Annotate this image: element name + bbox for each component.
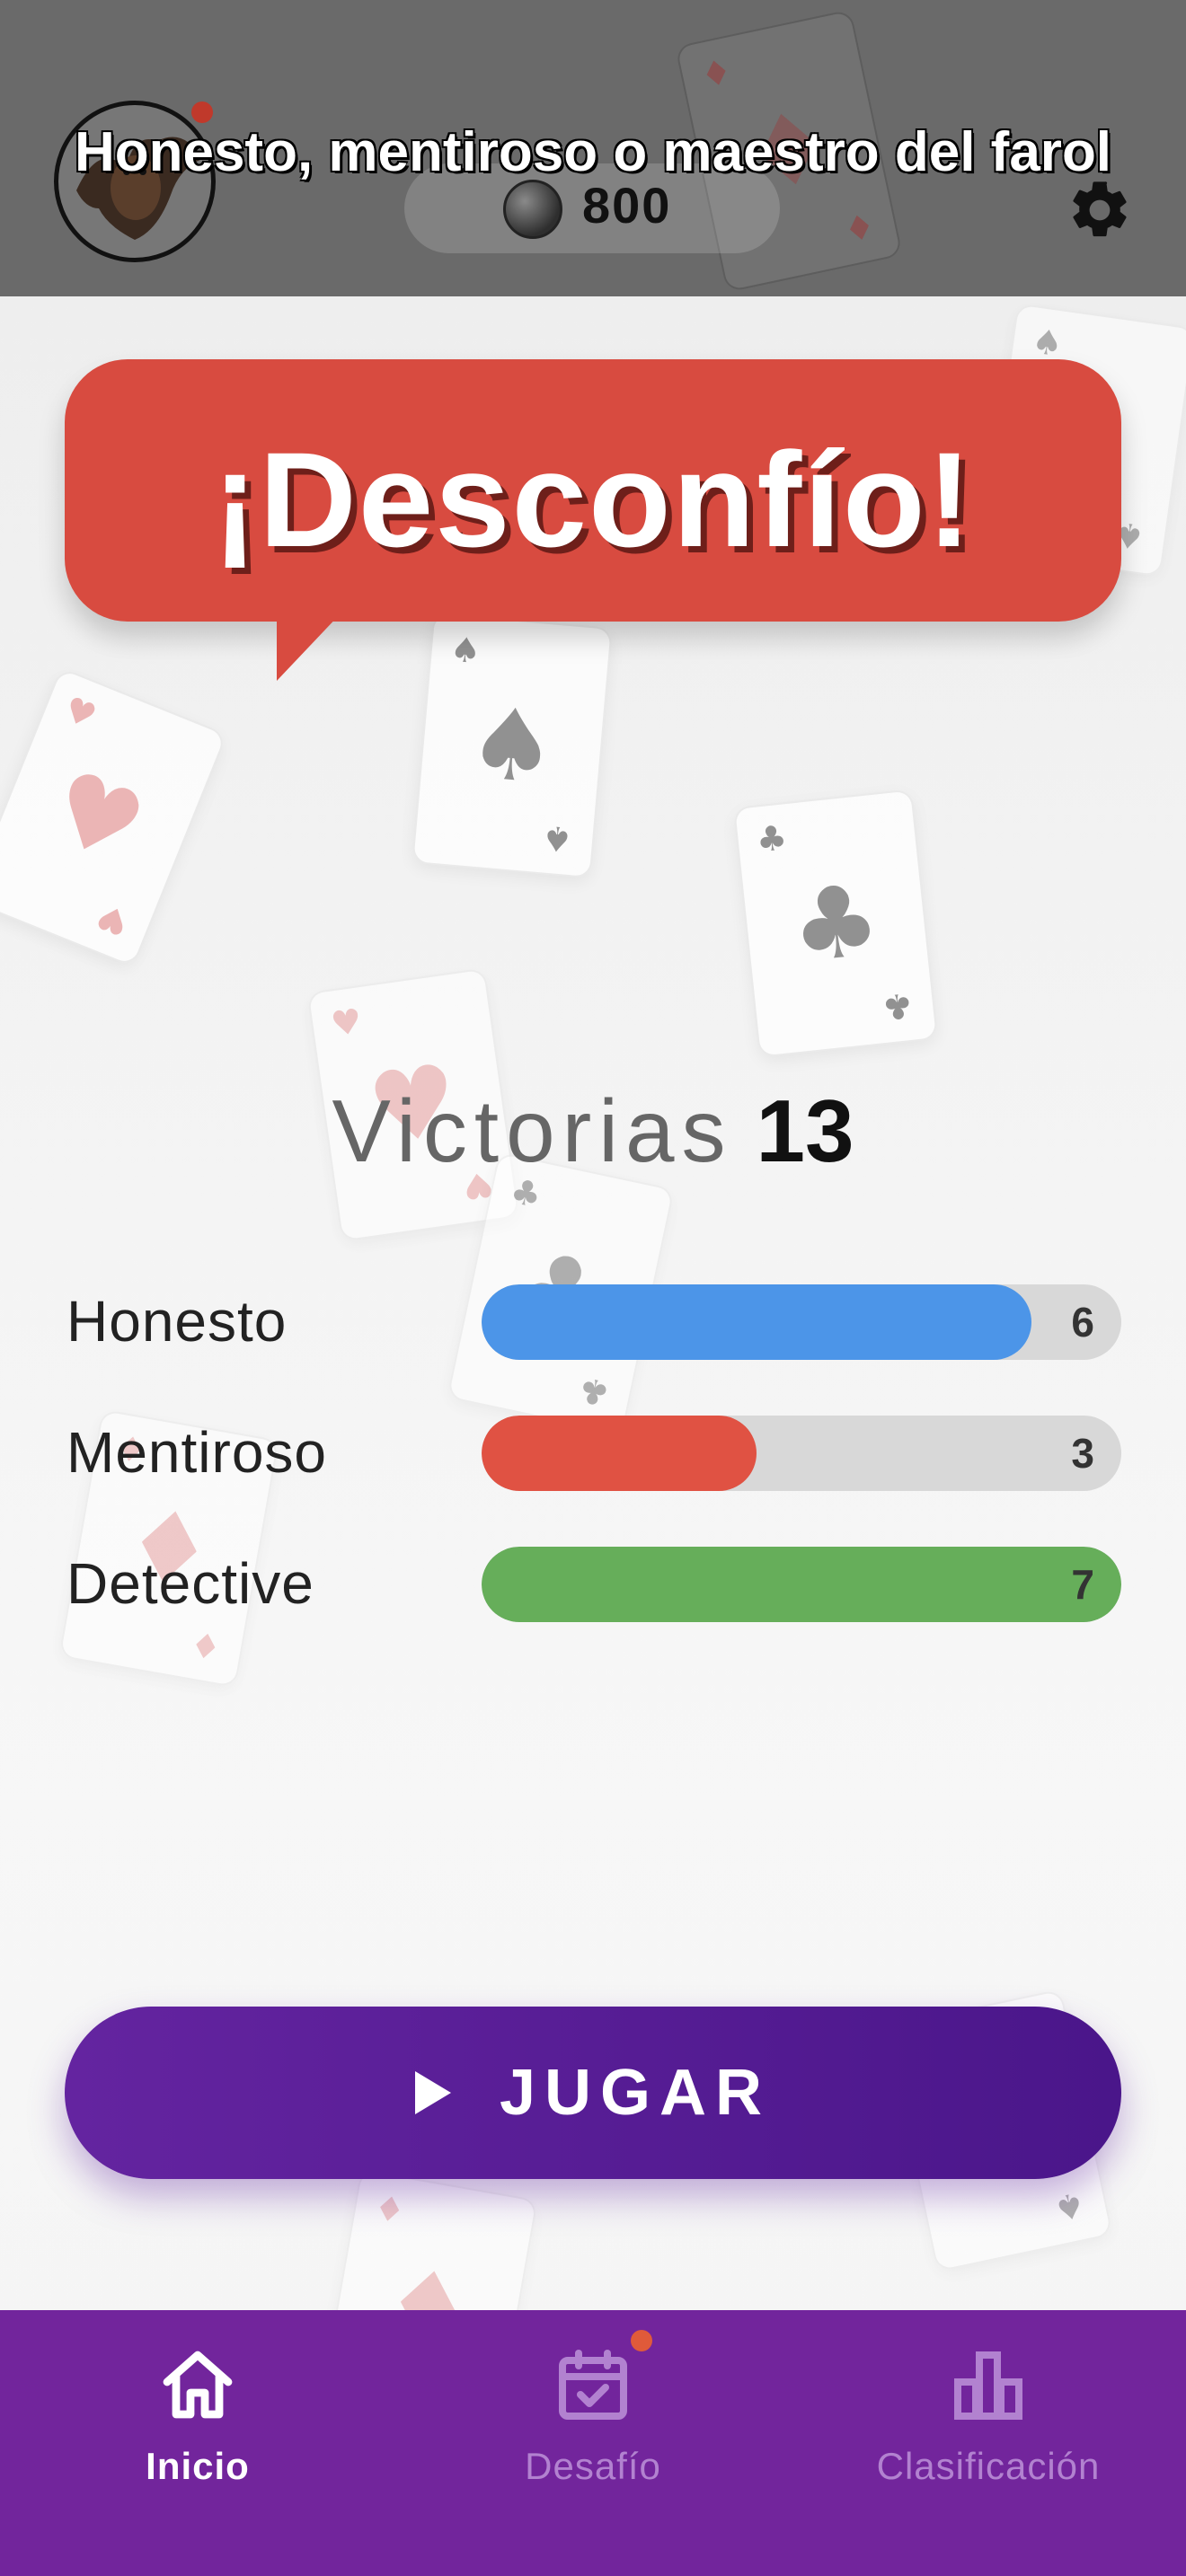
desafio-badge	[631, 2330, 652, 2351]
victories-count: 13	[756, 1081, 854, 1180]
nav-item-desafio[interactable]: Desafío	[395, 2310, 791, 2576]
bottom-navigation: Inicio Desafío Clasificación	[0, 2310, 1186, 2576]
nav-label-desafio: Desafío	[525, 2445, 661, 2487]
coin-icon	[503, 180, 562, 239]
background-card-heart: ♥ ♥ ♥	[0, 666, 228, 968]
stat-count-detective: 7	[1071, 1561, 1094, 1608]
coin-balance: 800	[582, 177, 672, 234]
stat-count-mentiroso: 3	[1071, 1430, 1094, 1477]
background-card-spade: ♠ ♠ ♠	[412, 612, 613, 879]
bar-chart-icon	[954, 2351, 1022, 2420]
play-button-label: JUGAR	[499, 2057, 772, 2129]
top-header: ♦ ♦ ♦ 800 Honesto, mentiroso o maestro d…	[0, 0, 1186, 296]
nav-item-inicio[interactable]: Inicio	[0, 2310, 395, 2576]
nav-item-clasificacion[interactable]: Clasificación	[791, 2310, 1186, 2576]
background-card-club: ♣ ♣ ♣	[732, 789, 939, 1058]
gear-icon[interactable]	[1066, 176, 1134, 244]
nav-label-inicio: Inicio	[146, 2445, 250, 2487]
stat-bar-honesto: 6	[482, 1284, 1121, 1360]
calendar-check-icon	[559, 2350, 627, 2420]
stat-fill-detective	[482, 1547, 1121, 1622]
nav-label-clasificacion: Clasificación	[876, 2445, 1101, 2487]
stat-label-detective: Detective	[66, 1551, 314, 1616]
stat-label-honesto: Honesto	[66, 1289, 288, 1354]
stat-fill-honesto	[482, 1284, 1032, 1360]
stat-bar-mentiroso: 3	[482, 1416, 1121, 1491]
play-icon	[414, 2071, 451, 2114]
stat-bar-detective: 7	[482, 1547, 1121, 1622]
victories-summary: Victorias 13	[0, 1081, 1186, 1180]
victories-label: Victorias	[332, 1081, 733, 1180]
stat-label-mentiroso: Mentiroso	[66, 1420, 327, 1485]
stat-count-honesto: 6	[1071, 1299, 1094, 1345]
banner-tail	[277, 613, 341, 681]
stat-fill-mentiroso	[482, 1416, 757, 1491]
app-title: Honesto, mentiroso o maestro del farol	[74, 121, 1112, 183]
play-button[interactable]: JUGAR	[65, 2007, 1121, 2179]
banner-text: ¡Desconfío!	[212, 424, 974, 575]
home-icon	[163, 2351, 233, 2419]
